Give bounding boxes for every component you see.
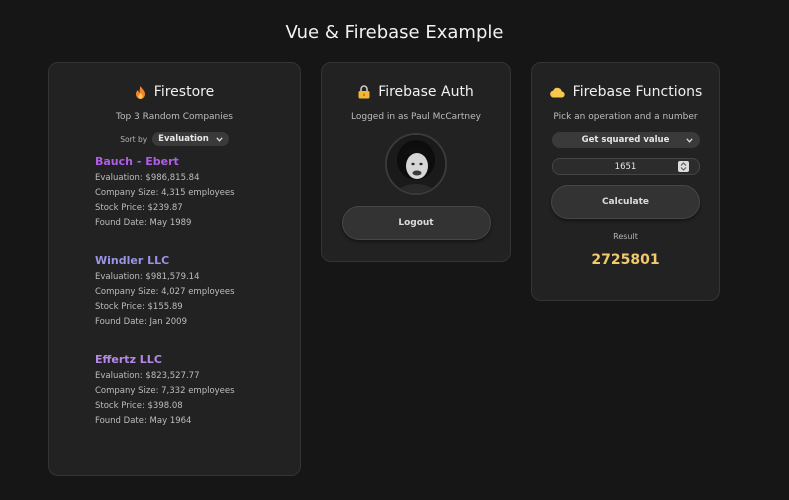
lock-icon [358,85,370,99]
company-stock: Stock Price: $398.08 [95,401,183,411]
company-found: Found Date: May 1964 [95,416,192,426]
company-name: Bauch - Ebert [95,155,179,168]
number-input[interactable]: 1651 [551,158,700,175]
company-evaluation: Evaluation: $981,579.14 [95,272,200,282]
sort-row: Sort by Evaluation [49,132,300,146]
company-stock: Stock Price: $239.87 [95,203,183,213]
sort-select-value: Evaluation [158,134,209,144]
chevron-down-icon [216,135,223,145]
firestore-title: Firestore [153,84,215,100]
avatar [385,133,447,195]
firestore-card: Firestore Top 3 Random Companies Sort by… [48,62,301,476]
functions-subtitle: Pick an operation and a number [553,112,698,122]
cloud-icon [549,87,565,98]
company-evaluation: Evaluation: $986,815.84 [95,173,200,183]
auth-title: Firebase Auth [378,84,474,100]
company-size: Company Size: 7,332 employees [95,386,235,396]
company-found: Found Date: Jan 2009 [95,317,187,327]
company-list: Bauch - Ebert Evaluation: $986,815.84 Co… [95,155,300,429]
sort-select[interactable]: Evaluation [152,132,229,146]
result-value: 2725801 [591,252,660,268]
functions-header: Firebase Functions [532,84,719,100]
company-item: Effertz LLC Evaluation: $823,527.77 Comp… [95,353,300,429]
company-found: Found Date: May 1989 [95,218,192,228]
result-label: Result [613,232,638,241]
company-item: Bauch - Ebert Evaluation: $986,815.84 Co… [95,155,300,231]
logout-button[interactable]: Logout [341,206,491,240]
number-input-value: 1651 [614,161,637,172]
page-title: Vue & Firebase Example [285,22,504,43]
operation-select-value: Get squared value [581,135,670,145]
company-size: Company Size: 4,027 employees [95,287,235,297]
company-size: Company Size: 4,315 employees [95,188,235,198]
auth-status: Logged in as Paul McCartney [351,112,481,122]
company-name: Effertz LLC [95,353,162,366]
company-stock: Stock Price: $155.89 [95,302,183,312]
company-evaluation: Evaluation: $823,527.77 [95,371,200,381]
functions-title: Firebase Functions [572,84,703,100]
firestore-header: Firestore [49,84,300,100]
auth-header: Firebase Auth [322,84,510,100]
auth-card: Firebase Auth Logged in as Paul McCartne… [321,62,511,262]
firestore-subtitle: Top 3 Random Companies [116,112,233,122]
calculate-button[interactable]: Calculate [551,185,700,219]
chevron-down-icon [685,136,693,146]
company-item: Windler LLC Evaluation: $981,579.14 Comp… [95,254,300,330]
number-spinner[interactable] [677,161,689,172]
operation-select[interactable]: Get squared value [551,132,700,148]
sort-label: Sort by [120,134,148,144]
company-name: Windler LLC [95,254,170,267]
page: Vue & Firebase Example Firestore Top 3 R… [0,0,789,500]
flame-icon [135,85,146,99]
functions-card: Firebase Functions Pick an operation and… [531,62,720,301]
